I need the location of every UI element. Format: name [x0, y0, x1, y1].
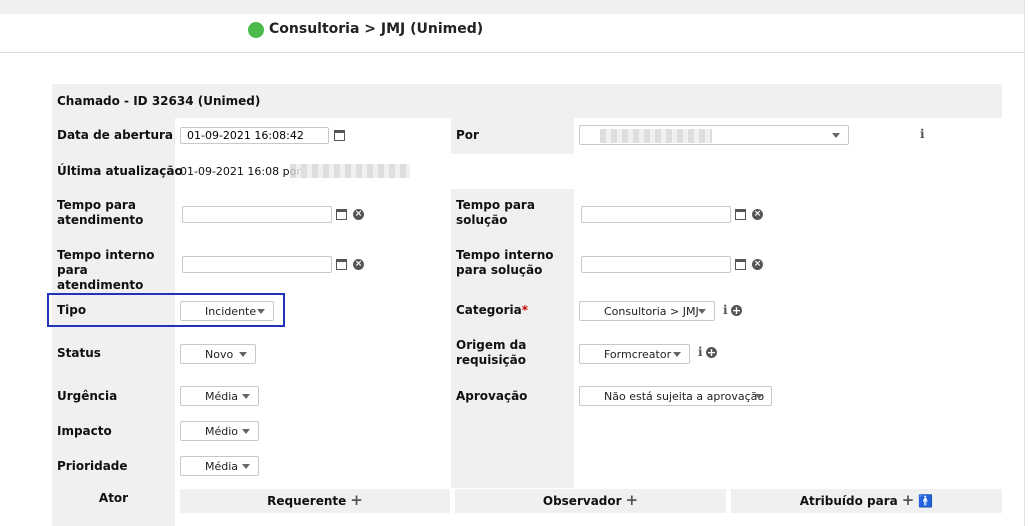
priority-select[interactable]: Média	[180, 456, 259, 476]
top-bar	[0, 0, 1030, 14]
origin-select[interactable]: Formcreator	[579, 344, 690, 364]
urgency-value: Média	[205, 390, 239, 403]
add-icon[interactable]: +	[706, 347, 717, 358]
impact-label: Impacto	[57, 424, 112, 438]
category-label: Categoria*	[456, 303, 529, 317]
redacted-user	[600, 129, 712, 143]
approval-select[interactable]: Não está sujeita a aprovação	[579, 386, 772, 406]
caret-down-icon	[698, 309, 706, 314]
approval-label: Aprovação	[456, 389, 528, 403]
internal-time-to-own-input[interactable]	[182, 256, 332, 273]
by-select[interactable]	[579, 125, 849, 145]
calendar-icon[interactable]	[735, 259, 746, 270]
redacted-user	[290, 164, 410, 178]
info-icon[interactable]: i	[920, 127, 925, 141]
status-value: Novo	[205, 348, 234, 361]
page-header: Consultoria > JMJ (Unimed)	[0, 14, 1030, 53]
urgency-label: Urgência	[57, 389, 118, 403]
type-label: Tipo	[57, 303, 87, 317]
requester-header: Requerente +	[180, 489, 450, 513]
clear-icon[interactable]: ×	[752, 259, 763, 270]
caret-down-icon	[755, 394, 763, 399]
internal-time-to-own-label: Tempo interno para atendimento	[57, 248, 155, 292]
add-requester-icon[interactable]: +	[350, 491, 363, 509]
caret-down-icon	[673, 352, 681, 357]
info-icon[interactable]: i	[698, 345, 703, 359]
category-select[interactable]: Consultoria > JMJ	[579, 301, 715, 321]
assigned-label: Atribuído para	[799, 494, 898, 508]
calendar-icon[interactable]	[735, 209, 746, 220]
ticket-heading: Chamado - ID 32634 (Unimed)	[57, 94, 261, 108]
observer-label: Observador	[542, 494, 622, 508]
type-select[interactable]: Incidente	[180, 301, 274, 321]
priority-value: Média	[205, 460, 239, 473]
caret-down-icon	[242, 464, 250, 469]
calendar-icon[interactable]	[336, 209, 347, 220]
page-title: Consultoria > JMJ (Unimed)	[269, 21, 484, 37]
origin-value: Formcreator	[604, 348, 672, 361]
caret-down-icon	[832, 133, 840, 138]
last-update-value: 01-09-2021 16:08 por	[180, 165, 301, 178]
caret-down-icon	[257, 309, 265, 314]
required-asterisk: *	[521, 303, 529, 317]
assigned-header: Atribuído para + 🚹	[731, 489, 1002, 513]
type-value: Incidente	[205, 305, 257, 318]
observer-header: Observador +	[455, 489, 726, 513]
calendar-icon[interactable]	[336, 259, 347, 270]
opening-date-label: Data de abertura	[57, 128, 174, 142]
impact-select[interactable]: Médio	[180, 421, 259, 441]
info-icon[interactable]: i	[723, 303, 728, 317]
actor-header: Ator	[52, 488, 175, 526]
last-update-label: Última atualização	[57, 164, 183, 178]
by-label: Por	[456, 128, 479, 142]
approval-value: Não está sujeita a aprovação	[604, 390, 765, 403]
calendar-icon[interactable]	[334, 130, 345, 141]
impact-value: Médio	[205, 425, 239, 438]
add-observer-icon[interactable]: +	[626, 491, 639, 509]
category-value: Consultoria > JMJ	[604, 305, 699, 318]
urgency-select[interactable]: Média	[180, 386, 259, 406]
caret-down-icon	[239, 352, 247, 357]
priority-label: Prioridade	[57, 459, 128, 473]
clear-icon[interactable]: ×	[353, 209, 364, 220]
time-to-own-label: Tempo para atendimento	[57, 198, 144, 227]
opening-date-input[interactable]: 01-09-2021 16:08:42	[180, 127, 329, 144]
status-label: Status	[57, 346, 101, 360]
internal-time-to-resolve-label: Tempo interno para solução	[456, 248, 554, 277]
scrollbar[interactable]	[1024, 0, 1030, 526]
status-select[interactable]: Novo	[180, 344, 256, 364]
time-to-resolve-label: Tempo para solução	[456, 198, 535, 227]
caret-down-icon	[242, 394, 250, 399]
requester-label: Requerente	[267, 494, 347, 508]
internal-time-to-resolve-input[interactable]	[581, 256, 731, 273]
add-icon[interactable]: +	[731, 305, 742, 316]
add-assigned-icon[interactable]: +	[902, 491, 915, 509]
time-to-resolve-input[interactable]	[581, 206, 731, 223]
person-icon[interactable]: 🚹	[918, 494, 933, 508]
clear-icon[interactable]: ×	[752, 209, 763, 220]
origin-label: Origem da requisição	[456, 338, 527, 367]
caret-down-icon	[242, 429, 250, 434]
clear-icon[interactable]: ×	[353, 259, 364, 270]
time-to-own-input[interactable]	[182, 206, 332, 223]
status-dot-icon	[248, 22, 264, 38]
